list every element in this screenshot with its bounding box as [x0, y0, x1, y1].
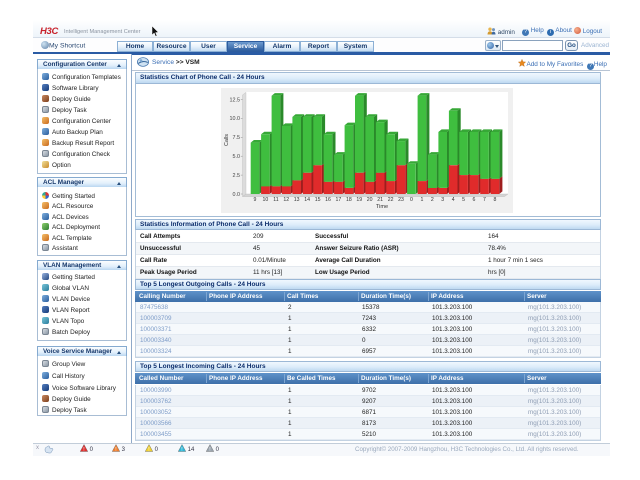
svg-text:10: 10 — [263, 197, 269, 203]
svg-text:7: 7 — [483, 197, 486, 203]
svg-text:2.5: 2.5 — [233, 173, 241, 179]
svg-text:18: 18 — [346, 197, 352, 203]
svg-text:12: 12 — [283, 197, 289, 203]
svg-text:12.5: 12.5 — [230, 97, 241, 103]
svg-text:2: 2 — [431, 197, 434, 203]
svg-text:4: 4 — [452, 197, 455, 203]
svg-text:5.0: 5.0 — [233, 154, 241, 160]
svg-text:15: 15 — [315, 197, 321, 203]
svg-text:!: ! — [83, 447, 84, 452]
svg-text:Calls: Calls — [224, 134, 230, 146]
svg-text:7.5: 7.5 — [233, 135, 241, 141]
svg-text:!: ! — [148, 447, 149, 452]
svg-text:13: 13 — [294, 197, 300, 203]
svg-text:5: 5 — [462, 197, 465, 203]
svg-text:21: 21 — [377, 197, 383, 203]
svg-text:3: 3 — [441, 197, 444, 203]
svg-text:!: ! — [209, 447, 210, 452]
svg-text:17: 17 — [336, 197, 342, 203]
svg-text:14: 14 — [304, 197, 310, 203]
svg-text:!: ! — [115, 447, 116, 452]
svg-text:22: 22 — [388, 197, 394, 203]
svg-text:20: 20 — [367, 197, 373, 203]
svg-text:6: 6 — [473, 197, 476, 203]
svg-text:!: ! — [181, 447, 182, 452]
svg-text:8: 8 — [493, 197, 496, 203]
svg-text:19: 19 — [356, 197, 362, 203]
svg-text:9: 9 — [254, 197, 257, 203]
svg-text:23: 23 — [398, 197, 404, 203]
svg-text:1: 1 — [420, 197, 423, 203]
svg-text:10.0: 10.0 — [230, 116, 241, 122]
svg-text:Time: Time — [376, 204, 388, 210]
svg-text:11: 11 — [273, 197, 278, 203]
svg-text:0: 0 — [410, 197, 413, 203]
svg-text:0.0: 0.0 — [233, 192, 241, 198]
svg-text:16: 16 — [325, 197, 331, 203]
